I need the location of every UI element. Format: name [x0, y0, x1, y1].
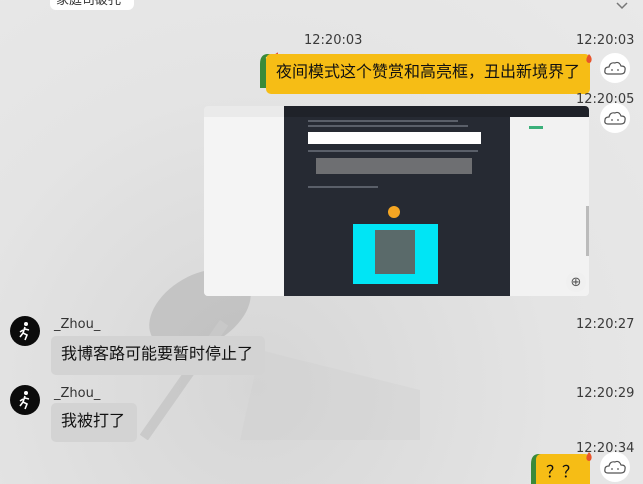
- chevron-up-icon[interactable]: [616, 2, 628, 12]
- screenshot-grey-block: [316, 158, 472, 174]
- my-avatar[interactable]: [600, 103, 630, 133]
- message-timestamp: 12:20:03: [576, 33, 635, 48]
- partial-message-text: 家庭司破孔: [56, 0, 122, 8]
- cloud-avatar-icon: [604, 61, 626, 75]
- other-avatar[interactable]: [10, 316, 40, 346]
- screenshot-reward-badge: [388, 206, 400, 218]
- screenshot-left-panel: [204, 117, 284, 296]
- center-timestamp: 12:20:03: [304, 33, 363, 48]
- runner-avatar-icon: [19, 391, 30, 410]
- message-text: 我被打了: [61, 411, 126, 430]
- screenshot-text-line: [308, 125, 468, 127]
- other-message-bubble[interactable]: 我被打了: [51, 403, 137, 442]
- message-timestamp: 12:20:29: [576, 386, 635, 401]
- my-message-bubble[interactable]: 夜间模式这个赞赏和高亮框，丑出新境界了: [266, 54, 590, 94]
- message-timestamp: 12:20:27: [576, 317, 635, 332]
- screenshot-text-line: [308, 150, 478, 152]
- zoom-in-icon[interactable]: ⊕: [566, 272, 586, 292]
- message-text: 夜间模式这个赞赏和高亮框，丑出新境界了: [276, 62, 581, 81]
- other-avatar[interactable]: [10, 385, 40, 415]
- screenshot-topbar: [284, 106, 589, 117]
- screenshot-text-line: [308, 120, 458, 122]
- sender-name: _Zhou_: [54, 386, 101, 401]
- sender-name: _Zhou_: [54, 317, 101, 332]
- fire-sticker-icon: [586, 54, 592, 63]
- message-timestamp: 12:20:05: [576, 92, 635, 107]
- screenshot-side-link: [529, 126, 543, 129]
- other-message-bubble[interactable]: 我博客路可能要暂时停止了: [51, 336, 265, 375]
- fire-sticker-icon: [586, 452, 592, 461]
- screenshot-qr-code: [375, 230, 415, 274]
- message-text: 我博客路可能要暂时停止了: [61, 344, 254, 363]
- message-text: ？？: [546, 462, 579, 481]
- cloud-avatar-icon: [604, 460, 626, 474]
- my-avatar[interactable]: [600, 452, 630, 482]
- chat-area: 家庭司破孔 12:20:03 12:20:03 夜间模式这个赞赏和高亮框，丑出新…: [0, 0, 643, 484]
- image-message[interactable]: [204, 106, 589, 296]
- screenshot-text-line: [308, 186, 378, 188]
- runner-avatar-icon: [19, 322, 30, 341]
- screenshot-input-box: [308, 132, 481, 144]
- screenshot-scrollbar: [586, 206, 589, 256]
- partial-message-bubble[interactable]: 家庭司破孔: [50, 0, 134, 10]
- my-avatar[interactable]: [600, 53, 630, 83]
- cloud-avatar-icon: [604, 111, 626, 125]
- screenshot-right-panel: [510, 117, 589, 296]
- my-message-bubble[interactable]: ？？: [536, 454, 590, 484]
